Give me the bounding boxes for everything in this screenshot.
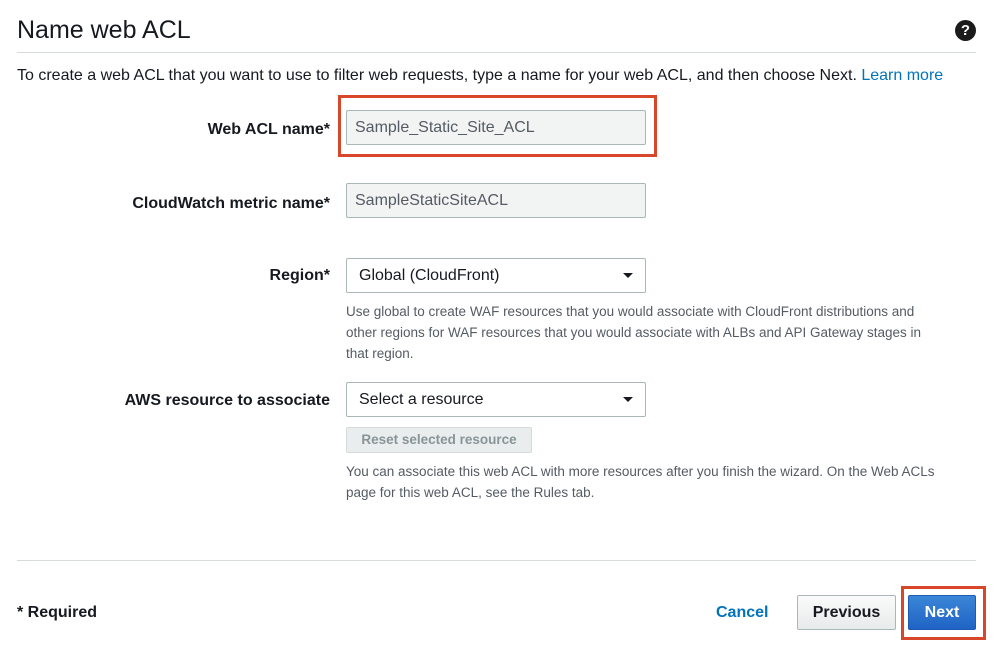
region-hint-line: that region. (346, 346, 414, 361)
acl-name-label: Web ACL name* (207, 121, 330, 138)
resource-hint-line: page for this web ACL, see the Rules tab… (346, 485, 595, 500)
intro-text: To create a web ACL that you want to use… (17, 66, 977, 86)
cancel-button[interactable]: Cancel (716, 604, 768, 622)
region-selected-value: Global (CloudFront) (359, 267, 500, 284)
resource-hint-line: You can associate this web ACL with more… (346, 464, 935, 479)
help-icon[interactable]: ? (955, 20, 976, 41)
reset-resource-button[interactable]: Reset selected resource (346, 427, 532, 453)
region-hint-line: Use global to create WAF resources that … (346, 304, 915, 319)
resource-hint: You can associate this web ACL with more… (346, 461, 946, 503)
footer-divider (17, 560, 976, 561)
intro-sentence: To create a web ACL that you want to use… (17, 67, 857, 84)
previous-button[interactable]: Previous (797, 595, 896, 630)
next-button[interactable]: Next (908, 595, 976, 630)
resource-select[interactable]: Select a resource (346, 382, 646, 417)
region-label: Region* (269, 267, 330, 284)
caret-down-icon (623, 273, 633, 278)
caret-down-icon (623, 397, 633, 402)
required-note: * Required (17, 604, 98, 621)
region-select[interactable]: Global (CloudFront) (346, 258, 646, 293)
title-divider (17, 52, 976, 53)
resource-label: AWS resource to associate (124, 392, 330, 409)
metric-name-label: CloudWatch metric name* (132, 195, 330, 212)
acl-name-input[interactable]: Sample_Static_Site_ACL (346, 110, 646, 145)
learn-more-link[interactable]: Learn more (861, 67, 943, 84)
resource-selected-value: Select a resource (359, 391, 484, 408)
region-hint: Use global to create WAF resources that … (346, 301, 946, 364)
page-title: Name web ACL (17, 16, 191, 44)
metric-name-input[interactable]: SampleStaticSiteACL (346, 183, 646, 218)
region-hint-line: other regions for WAF resources that you… (346, 325, 922, 340)
